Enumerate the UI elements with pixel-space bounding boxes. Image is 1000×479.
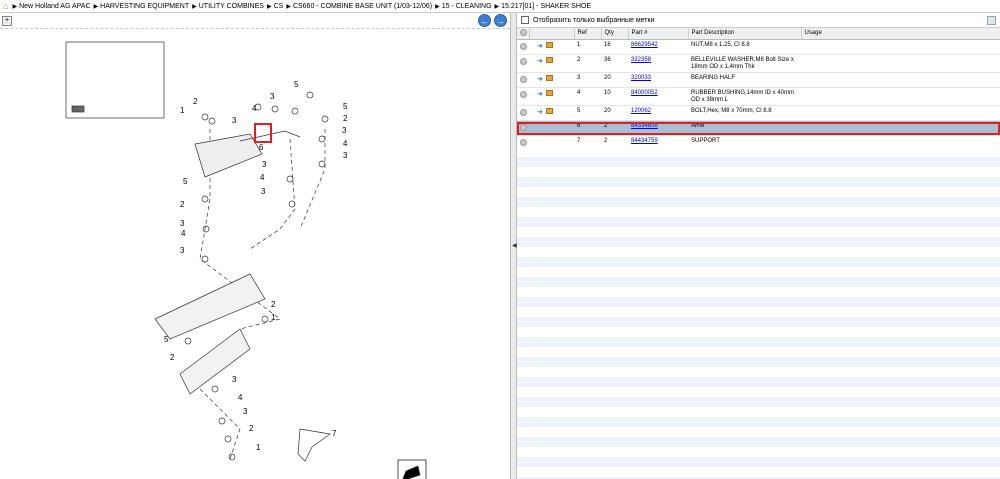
substitute-arrow-icon[interactable]: ➜ bbox=[537, 76, 543, 83]
header-qty[interactable]: Qty bbox=[601, 28, 629, 40]
header-actions bbox=[529, 28, 575, 40]
breadcrumb-arrow-icon: ▶ bbox=[192, 3, 197, 10]
diagram-pane: + ← → 1 2 3 4 3 5 5 2 3 4 3 6 3 4 3 5 2 … bbox=[0, 13, 510, 479]
breadcrumb-item-family[interactable]: ▶ UTILITY COMBINES bbox=[192, 3, 264, 10]
table-row[interactable]: ➜ 5 20 120062 BOLT,Hex, M8 x 70mm, Cl 8.… bbox=[517, 105, 1000, 121]
add-to-cart-icon[interactable] bbox=[520, 138, 527, 146]
substitute-arrow-icon[interactable]: ➜ bbox=[537, 91, 543, 98]
package-icon[interactable] bbox=[545, 56, 553, 63]
header-part-description[interactable]: Part Description bbox=[688, 28, 802, 40]
table-row[interactable]: ➜ 2 36 322358 BELLEVILLE WASHER,M8 Bolt … bbox=[517, 54, 1000, 73]
callout-3[interactable]: 3 bbox=[343, 151, 348, 160]
selected-row-outline bbox=[517, 122, 1000, 135]
expand-tool-button[interactable]: + bbox=[2, 16, 12, 26]
header-part-number[interactable]: Part # bbox=[628, 28, 689, 40]
table-header-row: Ref Qty Part # Part Description Usage bbox=[517, 28, 1000, 40]
header-select-icon[interactable] bbox=[517, 28, 530, 40]
callout-4[interactable]: 4 bbox=[260, 173, 265, 182]
add-to-cart-icon[interactable] bbox=[520, 42, 527, 50]
part-number-link[interactable]: 322358 bbox=[631, 57, 651, 63]
callout-3[interactable]: 3 bbox=[270, 92, 275, 101]
package-icon[interactable] bbox=[545, 41, 553, 48]
callout-5[interactable]: 5 bbox=[343, 102, 348, 111]
filter-settings-icon[interactable] bbox=[987, 16, 996, 25]
part-number-link[interactable]: 84434759 bbox=[631, 138, 658, 144]
callout-6[interactable]: 6 bbox=[259, 143, 264, 152]
breadcrumb-item-section[interactable]: ▶ 15 - CLEANING bbox=[435, 3, 491, 10]
callout-5[interactable]: 5 bbox=[294, 80, 299, 89]
part-number-link[interactable]: 320033 bbox=[631, 75, 651, 81]
callout-2[interactable]: 2 bbox=[271, 300, 276, 309]
breadcrumb-item-page[interactable]: ▶ 15.217[01] - SHAKER SHOE bbox=[495, 3, 592, 10]
callout-4[interactable]: 4 bbox=[343, 139, 348, 148]
callout-5[interactable]: 5 bbox=[164, 335, 169, 344]
previous-page-button[interactable]: ← bbox=[478, 14, 491, 27]
add-to-cart-icon[interactable] bbox=[520, 57, 527, 65]
show-selected-only-checkbox[interactable] bbox=[521, 16, 529, 24]
callout-2[interactable]: 2 bbox=[249, 424, 254, 433]
breadcrumb-arrow-icon: ▶ bbox=[266, 3, 272, 10]
package-icon[interactable] bbox=[545, 74, 553, 81]
callout-4[interactable]: 4 bbox=[181, 229, 186, 238]
selected-callout-highlight bbox=[254, 123, 272, 143]
callout-1[interactable]: 1 bbox=[256, 443, 261, 452]
breadcrumb-arrow-icon: ▶ bbox=[435, 3, 440, 10]
part-number-link[interactable]: 86629542 bbox=[631, 42, 658, 48]
header-ref[interactable]: Ref bbox=[574, 28, 602, 40]
table-row[interactable]: ➜ 4 10 84000052 RUBBER BUSHING,14mm ID x… bbox=[517, 87, 1000, 106]
breadcrumb-item-model[interactable]: ▶ CS660 - COMBINE BASE UNIT (1/03-12/06) bbox=[286, 3, 432, 10]
callout-1[interactable]: 1 bbox=[271, 313, 276, 322]
callout-4[interactable]: 4 bbox=[238, 393, 243, 402]
part-number-link[interactable]: 84000052 bbox=[631, 90, 658, 96]
callout-1[interactable]: 1 bbox=[180, 106, 185, 115]
add-to-cart-icon[interactable] bbox=[520, 90, 527, 98]
callout-3[interactable]: 3 bbox=[243, 407, 248, 416]
callout-3[interactable]: 3 bbox=[180, 246, 185, 255]
callout-2[interactable]: 2 bbox=[180, 200, 185, 209]
substitute-arrow-icon[interactable]: ➜ bbox=[537, 58, 543, 65]
parts-list-pane: Отобразить только выбранные метки Ref Qt… bbox=[517, 13, 1000, 479]
diagram-toolbar: + ← → bbox=[0, 13, 510, 27]
callout-4[interactable]: 4 bbox=[252, 104, 257, 113]
breadcrumb-item-category[interactable]: ▶ HARVESTING EQUIPMENT bbox=[94, 3, 190, 10]
breadcrumb: ⌂ ▶ New Holland AG APAC ▶ HARVESTING EQUIP… bbox=[0, 0, 1000, 13]
filter-bar: Отобразить только выбранные метки bbox=[517, 13, 1000, 28]
home-icon[interactable]: ⌂ bbox=[3, 1, 8, 11]
package-icon[interactable] bbox=[545, 107, 553, 114]
substitute-arrow-icon[interactable]: ➜ bbox=[537, 109, 543, 116]
show-selected-only-label: Отобразить только выбранные метки bbox=[533, 16, 655, 24]
callout-7[interactable]: 7 bbox=[332, 429, 337, 438]
package-icon[interactable] bbox=[545, 89, 553, 96]
add-to-cart-icon[interactable] bbox=[520, 75, 527, 83]
pane-splitter[interactable]: ◀ bbox=[510, 13, 517, 479]
add-to-cart-icon[interactable] bbox=[520, 108, 527, 116]
next-page-button[interactable]: → bbox=[494, 14, 507, 27]
callout-3[interactable]: 3 bbox=[261, 187, 266, 196]
breadcrumb-arrow-icon: ▶ bbox=[286, 3, 291, 10]
callout-2[interactable]: 2 bbox=[193, 97, 198, 106]
callout-3[interactable]: 3 bbox=[232, 375, 237, 384]
callout-2[interactable]: 2 bbox=[170, 353, 175, 362]
substitute-arrow-icon[interactable]: ➜ bbox=[537, 43, 543, 50]
table-row[interactable]: ➜ 3 20 320033 BEARING HALF bbox=[517, 72, 1000, 88]
breadcrumb-item-brand[interactable]: ▶ New Holland AG APAC bbox=[12, 3, 90, 10]
breadcrumb-item-series[interactable]: ▶ CS bbox=[267, 3, 283, 10]
part-number-link[interactable]: 120062 bbox=[631, 108, 651, 114]
callout-3[interactable]: 3 bbox=[342, 126, 347, 135]
exploded-parts-diagram: 1 2 3 4 3 5 5 2 3 4 3 6 3 4 3 5 2 3 4 3 … bbox=[65, 41, 427, 479]
breadcrumb-arrow-icon: ▶ bbox=[93, 3, 99, 10]
breadcrumb-arrow-icon: ▶ bbox=[494, 3, 500, 10]
table-row[interactable]: ➜ 1 16 86629542 NUT,M8 x 1.25, Cl 8.8 bbox=[517, 39, 1000, 55]
callout-3[interactable]: 3 bbox=[262, 160, 267, 169]
breadcrumb-arrow-icon: ▶ bbox=[12, 3, 18, 10]
collapse-arrow-icon[interactable]: ◀ bbox=[512, 241, 517, 251]
callout-5[interactable]: 5 bbox=[183, 177, 188, 186]
thumbnail-tractor-icon bbox=[71, 105, 85, 113]
callout-3[interactable]: 3 bbox=[232, 116, 237, 125]
callout-2[interactable]: 2 bbox=[343, 114, 348, 123]
header-usage[interactable]: Usage bbox=[801, 28, 1000, 40]
empty-table-area bbox=[517, 147, 1000, 479]
callout-3[interactable]: 3 bbox=[180, 219, 185, 228]
